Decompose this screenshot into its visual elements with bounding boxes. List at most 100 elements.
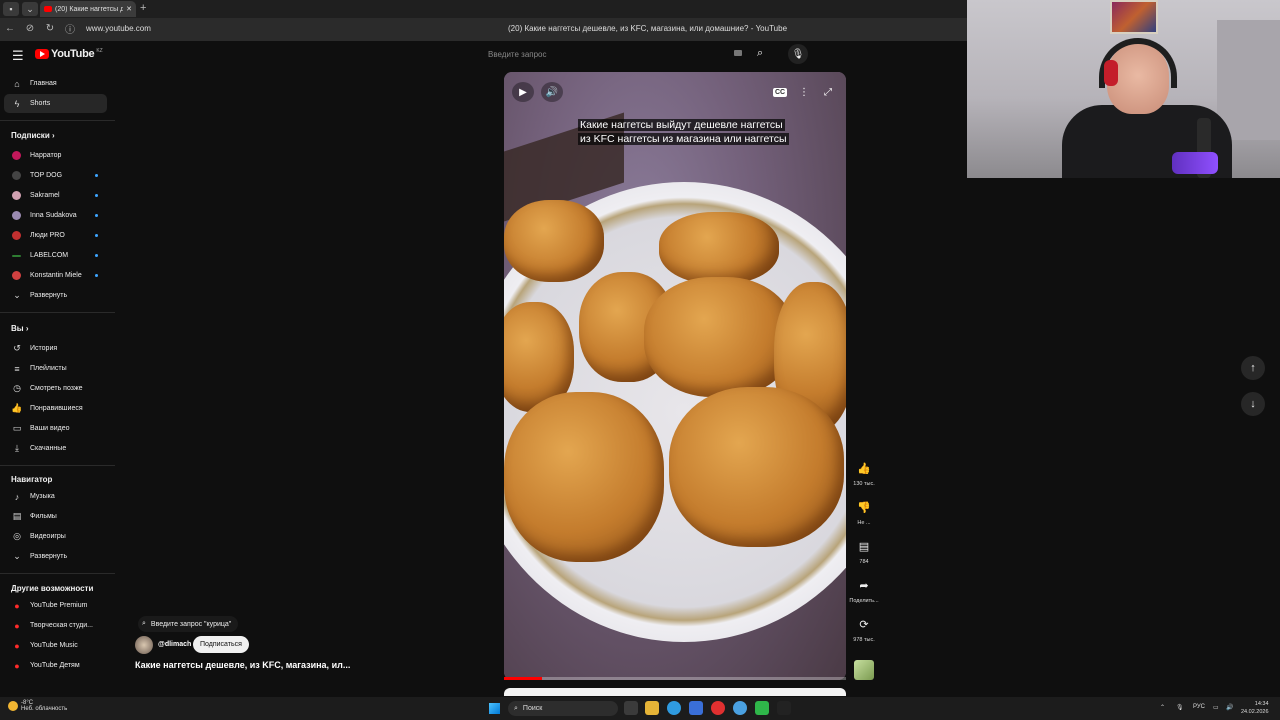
like-action[interactable]: 👍 130 тыс.	[846, 456, 882, 488]
subscribe-button[interactable]: Подписаться	[193, 636, 249, 653]
browser-tab-active[interactable]: (20) Какие наггетсы дe... ✕	[40, 1, 136, 17]
tray-overflow-icon[interactable]: ⌃	[1160, 704, 1165, 711]
sidebar-item-subscription[interactable]: Sakramel	[4, 186, 107, 205]
headset-earcup	[1104, 60, 1118, 86]
more-vert-icon[interactable]: ⋮	[797, 82, 811, 102]
sidebar-item-home[interactable]: ⌂ Главная	[4, 74, 107, 93]
tab-actions-button[interactable]: ▪	[3, 2, 19, 16]
page-divider	[0, 39, 967, 41]
comment-icon[interactable]: ▤	[852, 534, 876, 558]
sound-thumbnail[interactable]	[854, 660, 874, 680]
gaming-icon: ◎	[13, 531, 21, 541]
dislike-label: Не ...	[857, 520, 871, 526]
chrome-icon[interactable]	[733, 701, 747, 715]
lock-icon[interactable]: ⓘ	[60, 21, 80, 36]
caption-line: Какие наггетсы выйдут дешевле наггетсы	[578, 119, 785, 131]
remix-icon[interactable]: ⟳	[852, 612, 876, 636]
edge-icon[interactable]	[667, 701, 681, 715]
short-title[interactable]: Какие наггетсы дешевле, из KFC, магазина…	[135, 660, 350, 670]
sidebar-divider	[0, 312, 115, 313]
yandex-browser-icon[interactable]	[711, 701, 725, 715]
like-icon[interactable]: 👍	[852, 456, 876, 480]
youtube-premium-icon: ●	[14, 600, 20, 611]
sidebar-expand-navigator[interactable]: ⌄ Развернуть	[4, 547, 107, 566]
hamburger-menu-icon[interactable]: ☰	[12, 48, 24, 64]
sidebar-item-subscription[interactable]: Люди PRO	[4, 226, 107, 245]
subscriptions-header[interactable]: Подписки ›	[11, 131, 55, 140]
sidebar-item-downloads[interactable]: ⤓ Скачанные	[4, 439, 107, 458]
store-icon[interactable]	[689, 701, 703, 715]
task-view-icon[interactable]	[624, 701, 638, 715]
you-header[interactable]: Вы ›	[11, 324, 29, 333]
sidebar-item-subscription[interactable]: Нарратор	[4, 146, 107, 165]
weather-widget[interactable]: -8°C Неб. облачность	[8, 700, 67, 712]
sidebar-item-subscription[interactable]: LABELCOM	[4, 246, 107, 265]
search-icon[interactable]: ⌕	[757, 47, 763, 60]
next-short-button[interactable]: ↓	[1241, 392, 1265, 416]
webcam-overlay	[967, 0, 1280, 178]
sidebar-item-subscription[interactable]: TOP DOG	[4, 166, 107, 185]
file-explorer-icon[interactable]	[645, 701, 659, 715]
next-short-preview[interactable]	[504, 688, 846, 696]
sidebar-item-subscription[interactable]: Konstantin Miele	[4, 266, 107, 285]
keyboard-icon[interactable]	[734, 50, 742, 56]
share-icon[interactable]: ➦	[852, 573, 876, 597]
sidebar-item-gaming[interactable]: ◎ Видеоигры	[4, 527, 107, 546]
fullscreen-icon[interactable]: ⤢	[820, 82, 836, 102]
dislike-action[interactable]: 👎 Не ...	[846, 495, 882, 527]
sidebar-item-playlists[interactable]: ≡ Плейлисты	[4, 359, 107, 378]
sidebar-item-movies[interactable]: ▤ Фильмы	[4, 507, 107, 526]
sidebar-item-liked[interactable]: 👍 Понравившиеся	[4, 399, 107, 418]
remix-action[interactable]: ⟳ 978 тыс.	[846, 612, 882, 644]
clock-date: 24.02.2026	[1241, 709, 1269, 715]
share-action[interactable]: ➦ Поделить...	[846, 573, 882, 605]
address-bar: ← ⊘ ↻ ⓘ www.youtube.com (20) Какие нагге…	[0, 18, 967, 39]
sidebar-item-watch-later[interactable]: ◷ Смотреть позже	[4, 379, 107, 398]
tab-list-button[interactable]: ⌄	[22, 2, 38, 16]
new-tab-button[interactable]: +	[140, 2, 146, 14]
youtube-logo[interactable]: YouTube KZ	[35, 48, 103, 60]
comments-count: 784	[859, 559, 869, 565]
tab-close-icon[interactable]: ✕	[126, 5, 132, 13]
system-clock[interactable]: 14:34 24.02.2026	[1241, 700, 1269, 716]
more-header: Другие возможности	[11, 584, 94, 593]
mic-tray-icon[interactable]: 🎙	[1176, 704, 1184, 711]
shorts-player[interactable]	[504, 72, 846, 680]
logo-text: YouTube	[51, 48, 95, 60]
microphone-icon[interactable]: 🎙	[788, 44, 808, 64]
sidebar-item-shorts[interactable]: ϟ Shorts	[4, 94, 107, 113]
windows-start-icon[interactable]	[489, 703, 500, 714]
sidebar-item-history[interactable]: ↺ История	[4, 339, 107, 358]
play-icon[interactable]: ▶	[512, 82, 534, 102]
url-text[interactable]: www.youtube.com	[86, 24, 151, 33]
search-input[interactable]: Введите запрос	[480, 44, 750, 64]
channel-handle[interactable]: @dlimach	[158, 641, 191, 648]
sidebar-expand-subscriptions[interactable]: ⌄ Развернуть	[4, 286, 107, 305]
reload-icon[interactable]: ↻	[40, 23, 60, 34]
volume-tray-icon[interactable]: 🔊	[1226, 704, 1233, 711]
channel-avatar[interactable]	[135, 636, 153, 654]
back-icon[interactable]: ←	[0, 23, 20, 34]
sidebar-item-your-videos[interactable]: ▭ Ваши видео	[4, 419, 107, 438]
dislike-icon[interactable]: 👎	[852, 495, 876, 519]
sidebar-item-studio[interactable]: ● Творческая студи...	[4, 616, 107, 635]
sidebar-item-youtube-premium[interactable]: ● YouTube Premium	[4, 596, 107, 615]
network-icon[interactable]: ▭	[1213, 704, 1219, 711]
video-progress-bar[interactable]	[504, 677, 846, 680]
app-icon[interactable]	[755, 701, 769, 715]
captions-icon[interactable]: CC	[772, 82, 788, 102]
search-suggestion-chip[interactable]: ⌕ Введите запрос "курица"	[138, 616, 239, 632]
music-icon: ♪	[14, 491, 20, 502]
taskbar-search[interactable]: ⌕ Поиск	[508, 701, 618, 716]
site-settings-icon[interactable]: ⊘	[20, 23, 40, 34]
previous-short-button[interactable]: ↑	[1241, 356, 1265, 380]
sidebar-item-music[interactable]: ♪ Музыка	[4, 487, 107, 506]
tiktok-icon[interactable]	[777, 701, 791, 715]
comments-action[interactable]: ▤ 784	[846, 534, 882, 566]
language-indicator[interactable]: РУС	[1193, 704, 1205, 710]
sidebar-item-label: Inna Sudakova	[30, 212, 77, 219]
sidebar-item-youtube-kids[interactable]: ● YouTube Детям	[4, 656, 107, 675]
sidebar-item-subscription[interactable]: Inna Sudakova	[4, 206, 107, 225]
sidebar-item-youtube-music[interactable]: ● YouTube Music	[4, 636, 107, 655]
volume-icon[interactable]: 🔊	[541, 82, 563, 102]
